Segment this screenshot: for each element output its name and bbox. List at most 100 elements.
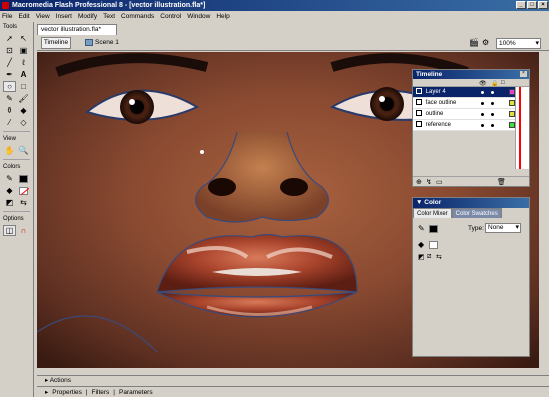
color-tabs: Color Mixer Color Swatches (413, 208, 529, 218)
stage-horizontal-scrollbar[interactable] (37, 368, 545, 374)
eraser-tool-icon[interactable]: ◇ (17, 117, 30, 128)
menu-help[interactable]: Help (216, 13, 229, 20)
snap-to-objects-icon[interactable]: ∩ (17, 225, 30, 236)
object-drawing-icon[interactable]: ◫ (3, 225, 16, 236)
lock-all-icon[interactable]: 🔒 (491, 80, 498, 87)
color-panel-title[interactable]: ▼ Color (413, 198, 529, 208)
add-motion-guide-icon[interactable]: ↯ (426, 178, 432, 186)
menu-view[interactable]: View (36, 13, 50, 20)
layer-page-icon (416, 88, 422, 95)
default-colors-icon[interactable]: ◩ (3, 197, 16, 208)
menu-window[interactable]: Window (187, 13, 210, 20)
edit-scene-icon[interactable]: 🎬 (469, 38, 479, 48)
zoom-tool-icon[interactable]: 🔍 (17, 145, 30, 156)
layer-lock-dot[interactable] (491, 113, 494, 116)
layer-visible-dot[interactable] (481, 113, 484, 116)
close-button[interactable]: × (538, 1, 548, 9)
timeline-toggle-button[interactable]: Timeline (41, 37, 71, 49)
text-tool-icon[interactable]: A (17, 69, 30, 80)
scene-label[interactable]: Scene 1 (95, 39, 119, 46)
line-tool-icon[interactable]: ╱ (3, 57, 16, 68)
swap-colors-icon[interactable]: ⇆ (436, 253, 442, 261)
layer-row-reference[interactable]: reference (413, 120, 529, 131)
tab-color-swatches[interactable]: Color Swatches (451, 208, 502, 218)
oval-tool-icon[interactable]: ○ (3, 81, 16, 92)
fill-type-select[interactable]: None (485, 223, 521, 233)
timeline-panel-title[interactable]: Timeline (413, 70, 529, 79)
timeline-close-icon[interactable]: × (520, 71, 527, 77)
menu-control[interactable]: Control (160, 13, 181, 20)
maximize-button[interactable]: □ (527, 1, 537, 9)
swap-colors-icon[interactable]: ⇆ (17, 197, 30, 208)
tab-color-mixer[interactable]: Color Mixer (413, 208, 452, 218)
subselection-tool-icon[interactable]: ↖ (17, 33, 30, 44)
no-color-icon[interactable]: ⧄ (427, 253, 431, 261)
tab-parameters[interactable]: Parameters (119, 387, 153, 397)
playhead[interactable] (519, 87, 521, 169)
menu-file[interactable]: File (2, 13, 12, 20)
eyedropper-tool-icon[interactable]: ⁄ (3, 117, 16, 128)
default-colors-icon[interactable]: ◩ (418, 253, 425, 261)
fill-color-icon[interactable]: ◆ (418, 240, 424, 249)
zoom-select[interactable]: 100% (496, 38, 541, 49)
delete-layer-icon[interactable]: 🗑 (497, 178, 506, 186)
fill-color-swatch[interactable] (17, 185, 30, 196)
fill-color-icon[interactable]: ◆ (3, 185, 16, 196)
paint-bucket-tool-icon[interactable]: ◆ (17, 105, 30, 116)
outline-all-icon[interactable]: □ (501, 80, 505, 86)
view-divider (3, 159, 30, 160)
layer-name: face outline (425, 100, 457, 106)
layer-row-layer-4[interactable]: Layer 4 (413, 87, 529, 98)
scene-icon (85, 39, 93, 46)
lasso-tool-icon[interactable]: ℓ (17, 57, 30, 68)
timeline-frames[interactable] (515, 87, 529, 169)
show-hide-all-icon[interactable]: 👁 (479, 80, 487, 87)
menu-edit[interactable]: Edit (18, 13, 29, 20)
brush-tool-icon[interactable]: 🖌 (17, 93, 30, 104)
options-label: Options (3, 216, 24, 222)
stroke-color-swatch[interactable] (17, 173, 30, 184)
free-transform-tool-icon[interactable]: ⊡ (3, 45, 16, 56)
layer-page-icon (416, 110, 422, 117)
document-tab[interactable]: vector illustration.fla* (37, 24, 117, 35)
layer-lock-dot[interactable] (491, 102, 494, 105)
window-title: Macromedia Flash Professional 8 - [vecto… (12, 2, 206, 9)
menu-text[interactable]: Text (103, 13, 115, 20)
stroke-color-icon[interactable]: ✎ (3, 173, 16, 184)
rectangle-tool-icon[interactable]: □ (17, 81, 30, 92)
tab-properties[interactable]: Properties (52, 387, 82, 397)
insert-layer-icon[interactable]: ⊕ (416, 178, 422, 186)
minimize-button[interactable]: _ (516, 1, 526, 9)
menu-commands[interactable]: Commands (121, 13, 154, 20)
gradient-transform-tool-icon[interactable]: ▣ (17, 45, 30, 56)
fill-color-swatch[interactable] (429, 241, 438, 249)
menu-insert[interactable]: Insert (56, 13, 72, 20)
stroke-color-swatch[interactable] (429, 225, 438, 233)
timeline-panel: Timeline × 👁 🔒 □ Layer 4 face outline ou… (412, 69, 530, 187)
colors-divider (3, 211, 30, 212)
ink-bottle-tool-icon[interactable]: ⚱ (3, 105, 16, 116)
tab-filters[interactable]: Filters (92, 387, 110, 397)
layer-lock-dot[interactable] (491, 124, 494, 127)
stroke-color-icon[interactable]: ✎ (418, 224, 425, 233)
layer-visible-dot[interactable] (481, 91, 484, 94)
properties-expand-icon[interactable]: ▸ (45, 387, 48, 397)
selection-tool-icon[interactable]: ➚ (3, 33, 16, 44)
layer-lock-dot[interactable] (491, 91, 494, 94)
hand-tool-icon[interactable]: ✋ (3, 145, 16, 156)
pen-tool-icon[interactable]: ✒ (3, 69, 16, 80)
layer-visible-dot[interactable] (481, 124, 484, 127)
actions-label: Actions (49, 377, 72, 384)
layer-row-outline[interactable]: outline (413, 109, 529, 120)
edit-symbol-icon[interactable]: ⚙ (482, 38, 492, 48)
tools-panel: Tools ➚ ↖ ⊡ ▣ ╱ ℓ ✒ A ○ □ ✎ 🖌 ⚱ ◆ ⁄ ◇ Vi… (0, 22, 34, 397)
layer-name: Layer 4 (425, 89, 446, 95)
actions-panel-bar[interactable]: ▸ Actions (37, 375, 549, 385)
menu-modify[interactable]: Modify (78, 13, 97, 20)
pencil-tool-icon[interactable]: ✎ (3, 93, 16, 104)
colors-label: Colors (3, 164, 21, 170)
layer-visible-dot[interactable] (481, 102, 484, 105)
stage-vertical-scrollbar[interactable] (539, 52, 545, 372)
layer-row-face-outline[interactable]: face outline (413, 98, 529, 109)
insert-folder-icon[interactable]: ▭ (436, 178, 443, 186)
